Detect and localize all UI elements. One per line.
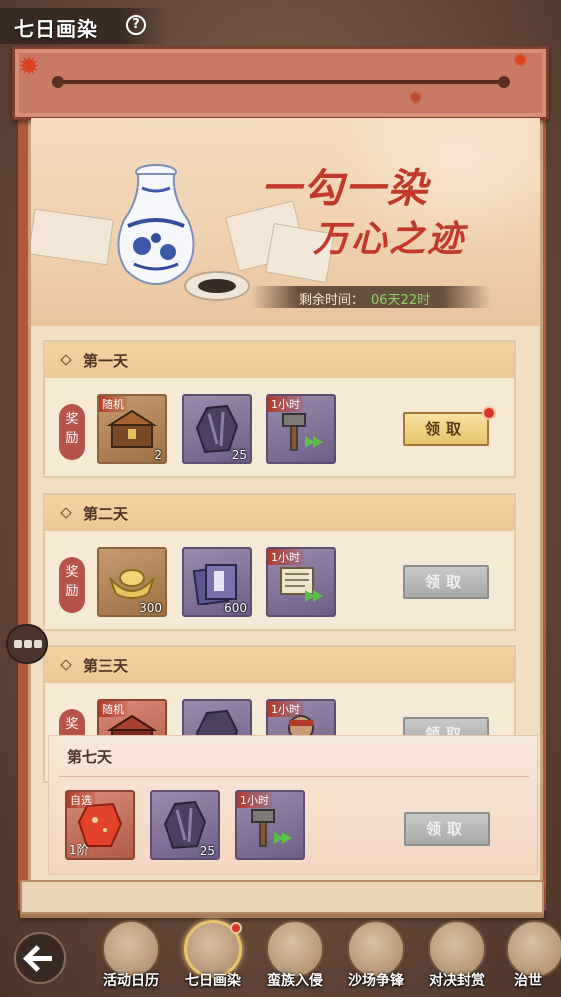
reward-item[interactable]: 自选 1阶 (65, 790, 135, 860)
scroll-rod (58, 80, 504, 84)
day-label: 第二天 (83, 505, 129, 523)
sketch-paper (31, 208, 114, 266)
nav-item-battlefield[interactable]: 沙场争锋 (339, 918, 413, 994)
nav-label: 治世 (514, 973, 542, 989)
divider (59, 776, 529, 777)
page-title: 七日画染 (14, 17, 98, 41)
notification-dot (230, 922, 242, 934)
reward-tag-text: 奖励 (65, 565, 79, 599)
maple-leaf-icon: ✹ (18, 52, 40, 82)
item-tag: 1小时 (268, 549, 303, 565)
item-tag: 自选 (67, 792, 95, 808)
day-card-header: 第二天 (45, 495, 514, 531)
item-tag: 随机 (99, 396, 127, 412)
item-count: 2 (154, 448, 162, 462)
maple-leaf-icon: ✹ (408, 88, 424, 109)
dot (14, 640, 22, 648)
nav-item-barbarian-invasion[interactable]: 蛮族入侵 (258, 918, 332, 994)
treasure-chest-icon (106, 409, 158, 448)
nav-item-governance[interactable]: 治世 (498, 918, 561, 994)
reward-item[interactable]: 600 (182, 547, 252, 617)
porcelain-vase-icon (117, 164, 195, 286)
remaining-time-value: 06天22时 (371, 293, 431, 308)
day-label: 第一天 (83, 352, 129, 370)
nav-label: 沙场争锋 (348, 973, 404, 989)
dot (24, 640, 32, 648)
reward-item[interactable]: 25 (182, 394, 252, 464)
nav-label: 对决封赏 (429, 973, 485, 989)
diamond-icon (60, 659, 72, 671)
gold-ingot-icon (109, 569, 155, 599)
scroll-bottom (20, 880, 544, 914)
nav-label: 七日画染 (185, 973, 241, 989)
reward-tag: 奖励 (59, 557, 85, 613)
scroll-rod-end-left (52, 76, 64, 88)
diamond-icon (60, 507, 72, 519)
banner-slogan-line2: 万心之迹 (313, 218, 466, 260)
day-card-2: 第二天 奖励 300 600 1小时 领取 (43, 493, 516, 631)
reward-item[interactable]: 1小时 (266, 394, 336, 464)
item-tag: 随机 (99, 701, 127, 717)
item-tag: 1小时 (268, 701, 303, 717)
diamond-icon (60, 354, 72, 366)
question-circle-icon[interactable]: ? (126, 15, 146, 35)
maple-leaf-icon: ✹ (512, 48, 529, 72)
crystal-ore-icon (195, 404, 239, 454)
claim-button[interactable]: 领取 (403, 412, 489, 446)
nav-label: 蛮族入侵 (267, 973, 323, 989)
day-card-header: 第一天 (45, 342, 514, 378)
item-count: 25 (199, 844, 215, 858)
nav-item-activity-calendar[interactable]: 活动日历 (94, 918, 168, 994)
dot (34, 640, 42, 648)
notification-dot (482, 406, 496, 420)
claim-button[interactable]: 领取 (404, 812, 490, 846)
scroll-rod-end-right (498, 76, 510, 88)
more-handle-icon[interactable] (6, 624, 48, 664)
banner-slogan-line1: 一勾一染 (261, 165, 429, 212)
back-arrow-icon[interactable] (14, 932, 66, 984)
item-tag: 1小时 (237, 792, 272, 808)
day-label: 第三天 (83, 657, 129, 675)
item-tier: 1阶 (69, 843, 89, 857)
day-card-header: 第三天 (45, 647, 514, 683)
reward-item[interactable]: 1小时 (266, 547, 336, 617)
reward-tag: 奖励 (59, 404, 85, 460)
day-card-7: 第七天 自选 1阶 25 1小时 领取 (48, 735, 538, 875)
item-count: 600 (224, 601, 247, 615)
nav-item-duel-rewards[interactable]: 对决封赏 (420, 918, 494, 994)
reward-item[interactable]: 随机 2 (97, 394, 167, 464)
book-stack-icon (192, 564, 237, 605)
reward-item[interactable]: 25 (150, 790, 220, 860)
item-count: 25 (231, 448, 247, 462)
crystal-ore-icon (163, 800, 207, 850)
ink-dish-icon (184, 271, 250, 301)
reward-tag-text: 奖励 (65, 412, 79, 446)
event-banner: 一勾一染 万心之迹 剩余时间： 06天22时 (31, 118, 540, 326)
claim-button[interactable]: 领取 (403, 565, 489, 599)
item-count: 300 (139, 601, 162, 615)
nav-label: 活动日历 (103, 973, 159, 989)
reward-item[interactable]: 300 (97, 547, 167, 617)
day-label: 第七天 (67, 748, 113, 766)
remaining-time-label: 剩余时间： (299, 293, 365, 308)
day-card-1: 第一天 奖励 随机 2 25 1小时 领取 (43, 340, 516, 478)
item-tag: 1小时 (268, 396, 303, 412)
scroll-speedup-icon (280, 567, 323, 602)
nav-item-seven-day-painting[interactable]: 七日画染 (176, 918, 250, 994)
reward-item[interactable]: 1小时 (235, 790, 305, 860)
